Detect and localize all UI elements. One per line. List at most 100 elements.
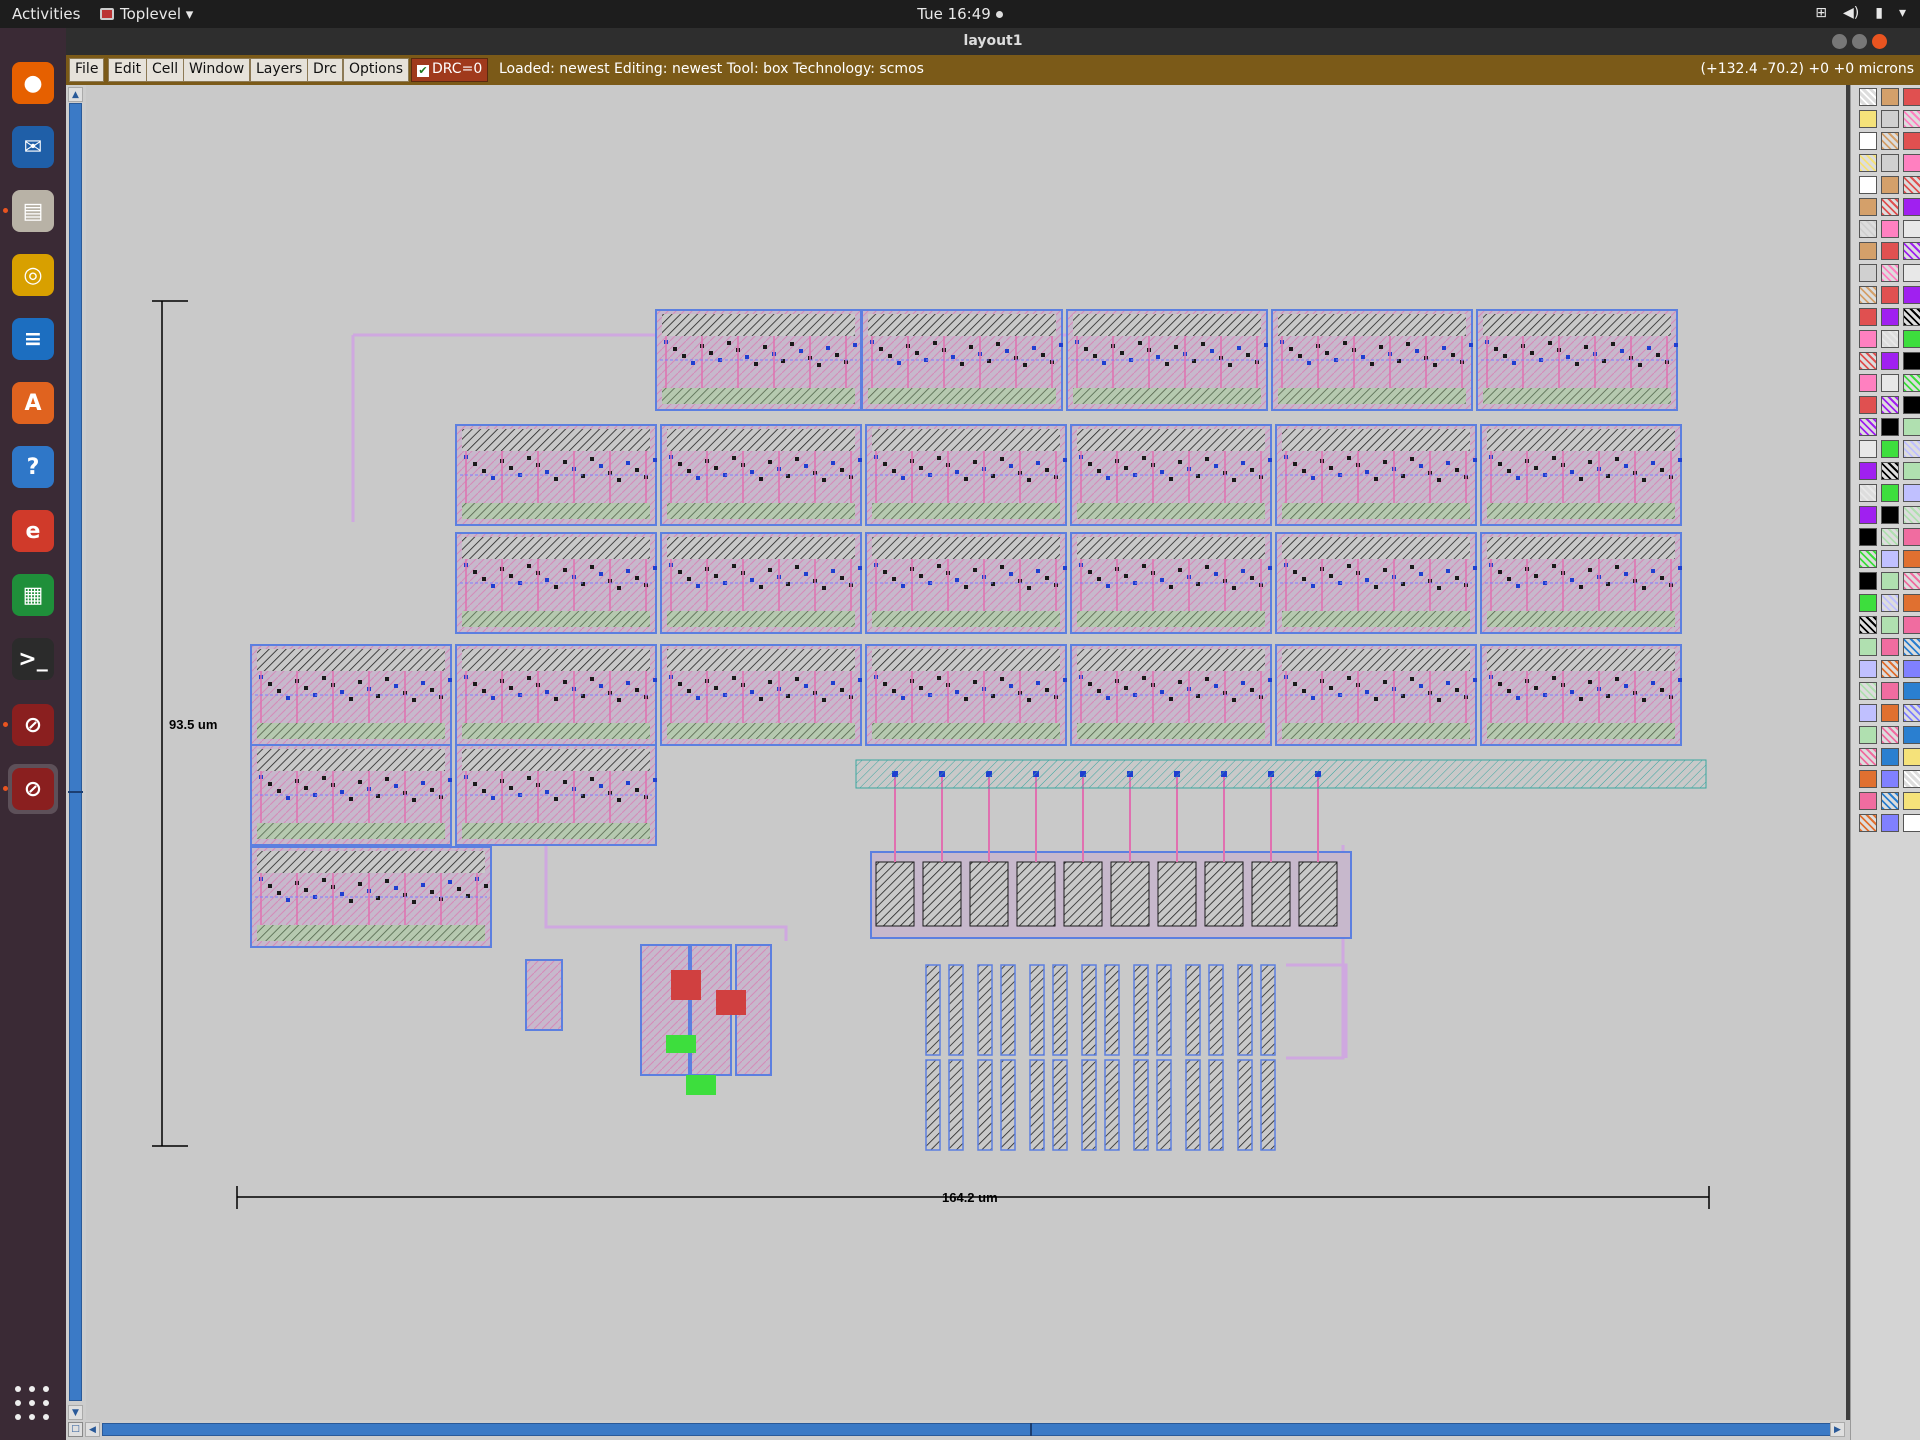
layer-swatch[interactable] bbox=[1903, 440, 1920, 458]
dock-thunderbird-launcher[interactable]: ✉ bbox=[8, 122, 58, 172]
layer-swatch[interactable] bbox=[1859, 286, 1877, 304]
dock-calc-launcher[interactable]: ▦ bbox=[8, 570, 58, 620]
layer-swatch[interactable] bbox=[1859, 352, 1877, 370]
layer-swatch[interactable] bbox=[1903, 330, 1920, 348]
layer-swatch[interactable] bbox=[1903, 176, 1920, 194]
layer-swatch[interactable] bbox=[1881, 616, 1899, 634]
layer-swatch[interactable] bbox=[1859, 748, 1877, 766]
layer-swatch[interactable] bbox=[1881, 528, 1899, 546]
dock-rhythmbox-launcher[interactable]: ◎ bbox=[8, 250, 58, 300]
scroll-down-arrow-icon[interactable]: ▼ bbox=[68, 1405, 83, 1420]
layer-swatch[interactable] bbox=[1903, 572, 1920, 590]
layer-swatch[interactable] bbox=[1859, 484, 1877, 502]
layer-swatch[interactable] bbox=[1859, 132, 1877, 150]
layer-swatch[interactable] bbox=[1881, 176, 1899, 194]
volume-icon[interactable]: ◀) bbox=[1843, 5, 1859, 21]
layer-swatch[interactable] bbox=[1881, 88, 1899, 106]
layer-swatch[interactable] bbox=[1881, 506, 1899, 524]
layer-swatch[interactable] bbox=[1881, 594, 1899, 612]
layer-swatch[interactable] bbox=[1881, 330, 1899, 348]
layer-swatch[interactable] bbox=[1881, 682, 1899, 700]
layer-swatch[interactable] bbox=[1859, 594, 1877, 612]
layer-swatch[interactable] bbox=[1881, 132, 1899, 150]
system-tray[interactable]: ⊞ ◀) ▮ ▾ bbox=[1815, 5, 1906, 21]
layer-swatch[interactable] bbox=[1859, 814, 1877, 832]
layer-swatch[interactable] bbox=[1903, 748, 1920, 766]
layer-swatch[interactable] bbox=[1903, 616, 1920, 634]
network-icon[interactable]: ⊞ bbox=[1815, 5, 1827, 21]
layer-swatch[interactable] bbox=[1881, 198, 1899, 216]
vertical-scroll-thumb[interactable] bbox=[69, 103, 82, 1401]
menu-edit[interactable]: Edit bbox=[108, 58, 148, 82]
horizontal-scrollbar[interactable]: □ ◀ ▶ bbox=[66, 1420, 1850, 1440]
layer-swatch[interactable] bbox=[1903, 88, 1920, 106]
layer-swatch[interactable] bbox=[1859, 704, 1877, 722]
layer-swatch[interactable] bbox=[1859, 154, 1877, 172]
dock-evince-launcher[interactable]: e bbox=[8, 506, 58, 556]
menu-window[interactable]: Window bbox=[183, 58, 251, 82]
layer-swatch[interactable] bbox=[1881, 110, 1899, 128]
dock-firefox-launcher[interactable]: ● bbox=[8, 58, 58, 108]
layer-swatch[interactable] bbox=[1881, 770, 1899, 788]
zoom-box-icon[interactable]: □ bbox=[68, 1422, 83, 1437]
minimize-button[interactable] bbox=[1832, 34, 1847, 49]
layer-swatch[interactable] bbox=[1859, 660, 1877, 678]
layer-swatch[interactable] bbox=[1881, 814, 1899, 832]
layer-swatch[interactable] bbox=[1859, 572, 1877, 590]
layout-canvas[interactable]: 93.5 um 164.2 um bbox=[86, 85, 1846, 1420]
dock-files-launcher[interactable]: ▤ bbox=[3, 186, 58, 236]
maximize-button[interactable] bbox=[1852, 34, 1867, 49]
layer-swatch[interactable] bbox=[1903, 770, 1920, 788]
layer-swatch[interactable] bbox=[1881, 286, 1899, 304]
layer-swatch[interactable] bbox=[1903, 792, 1920, 810]
layer-swatch[interactable] bbox=[1881, 374, 1899, 392]
layer-swatch[interactable] bbox=[1903, 682, 1920, 700]
layer-swatch[interactable] bbox=[1881, 726, 1899, 744]
menu-drc[interactable]: Drc bbox=[307, 58, 343, 82]
menu-options[interactable]: Options bbox=[343, 58, 410, 82]
layer-swatch[interactable] bbox=[1859, 770, 1877, 788]
layer-swatch[interactable] bbox=[1903, 418, 1920, 436]
window-titlebar[interactable]: layout1 bbox=[66, 28, 1920, 55]
layer-swatch[interactable] bbox=[1881, 462, 1899, 480]
layer-swatch[interactable] bbox=[1859, 374, 1877, 392]
layer-swatch[interactable] bbox=[1903, 726, 1920, 744]
dock-writer-launcher[interactable]: ≡ bbox=[8, 314, 58, 364]
layer-swatch[interactable] bbox=[1881, 308, 1899, 326]
layer-swatch[interactable] bbox=[1881, 704, 1899, 722]
layer-swatch[interactable] bbox=[1881, 572, 1899, 590]
layer-swatch[interactable] bbox=[1859, 506, 1877, 524]
layer-swatch[interactable] bbox=[1859, 110, 1877, 128]
layer-swatch[interactable] bbox=[1859, 528, 1877, 546]
layer-swatch[interactable] bbox=[1859, 682, 1877, 700]
layer-swatch[interactable] bbox=[1903, 264, 1920, 282]
layer-swatch[interactable] bbox=[1881, 352, 1899, 370]
layer-swatch[interactable] bbox=[1881, 242, 1899, 260]
drc-toggle[interactable]: ✔ DRC=0 bbox=[411, 58, 489, 82]
power-menu-icon[interactable]: ▾ bbox=[1899, 5, 1906, 21]
layer-swatch[interactable] bbox=[1859, 550, 1877, 568]
show-applications-icon[interactable] bbox=[15, 1386, 51, 1422]
layer-swatch[interactable] bbox=[1859, 264, 1877, 282]
layer-swatch[interactable] bbox=[1903, 352, 1920, 370]
layer-swatch[interactable] bbox=[1903, 594, 1920, 612]
layer-swatch[interactable] bbox=[1859, 176, 1877, 194]
dock-help-launcher[interactable]: ? bbox=[8, 442, 58, 492]
layer-swatch[interactable] bbox=[1903, 110, 1920, 128]
layer-swatch[interactable] bbox=[1859, 418, 1877, 436]
layer-swatch[interactable] bbox=[1859, 198, 1877, 216]
layer-swatch[interactable] bbox=[1903, 660, 1920, 678]
layer-swatch[interactable] bbox=[1881, 264, 1899, 282]
layer-swatch[interactable] bbox=[1881, 440, 1899, 458]
layer-swatch[interactable] bbox=[1903, 462, 1920, 480]
layer-swatch[interactable] bbox=[1903, 308, 1920, 326]
layer-swatch[interactable] bbox=[1859, 220, 1877, 238]
layer-swatch[interactable] bbox=[1859, 396, 1877, 414]
layer-swatch[interactable] bbox=[1881, 638, 1899, 656]
layer-swatch[interactable] bbox=[1859, 462, 1877, 480]
clock[interactable]: Tue 16:49 bbox=[917, 5, 991, 23]
dock-software-launcher[interactable]: A bbox=[8, 378, 58, 428]
layer-swatch[interactable] bbox=[1903, 814, 1920, 832]
layer-swatch[interactable] bbox=[1859, 440, 1877, 458]
layer-swatch[interactable] bbox=[1903, 242, 1920, 260]
